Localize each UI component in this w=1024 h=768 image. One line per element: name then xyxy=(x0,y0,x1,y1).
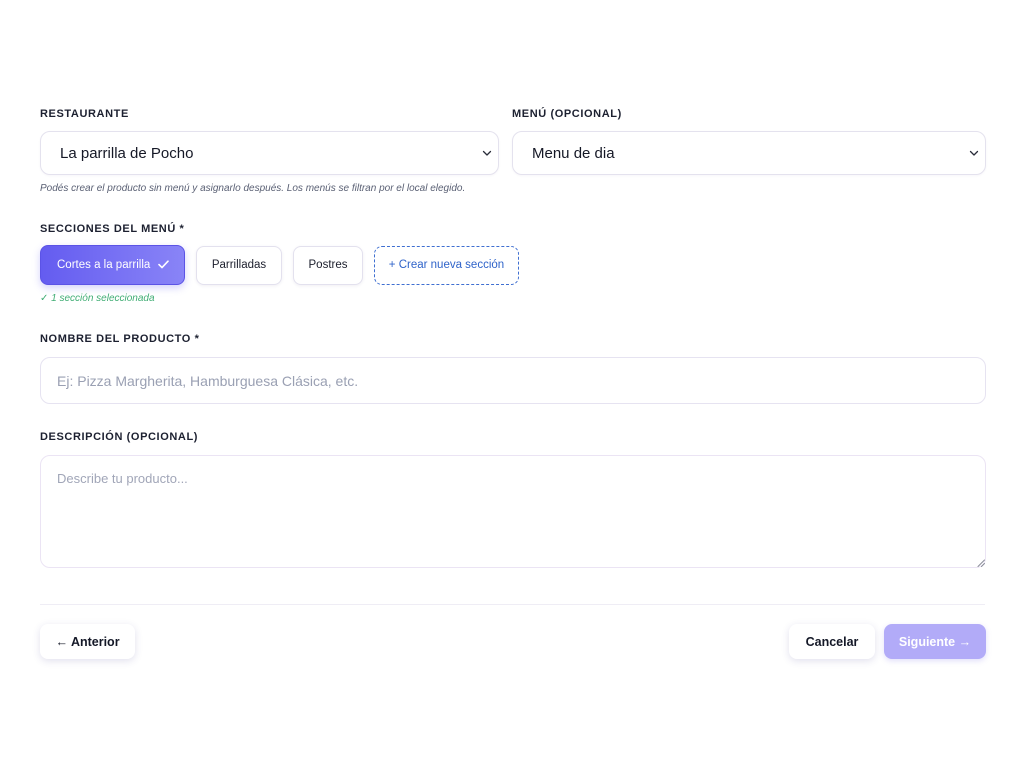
resize-handle-icon[interactable] xyxy=(977,559,985,567)
section-chip-label: Postres xyxy=(308,259,348,271)
sections-label: SECCIONES DEL MENÚ * xyxy=(40,223,185,235)
description-label: DESCRIPCIÓN (OPCIONAL) xyxy=(40,431,199,443)
restaurant-select-value: La parrilla de Pocho xyxy=(60,144,194,162)
next-button[interactable]: Siguiente → xyxy=(884,624,986,659)
form-divider xyxy=(40,604,985,605)
product-name-input[interactable] xyxy=(40,357,986,404)
back-button[interactable]: ← Anterior xyxy=(40,624,135,659)
restaurant-label: RESTAURANTE xyxy=(40,108,129,120)
sections-status: ✓ 1 sección seleccionada xyxy=(40,293,155,304)
menu-select[interactable]: Menu de dia xyxy=(512,131,986,175)
checkmark-icon xyxy=(158,260,169,269)
section-chips: Cortes a la parrilla Parrilladas Postres… xyxy=(40,245,530,285)
section-chip-label: Cortes a la parrilla xyxy=(57,259,151,271)
create-section-button[interactable]: + Crear nueva sección xyxy=(374,245,519,285)
chevron-down-icon xyxy=(969,150,979,156)
section-chip-label: Parrilladas xyxy=(211,259,267,271)
restaurant-select[interactable]: La parrilla de Pocho xyxy=(40,131,499,175)
description-textarea[interactable] xyxy=(40,455,986,568)
menu-label: MENÚ (OPCIONAL) xyxy=(512,108,622,120)
product-name-label: NOMBRE DEL PRODUCTO * xyxy=(40,333,200,345)
cancel-button[interactable]: Cancelar xyxy=(789,624,875,659)
section-chip-postres[interactable]: Postres xyxy=(293,245,363,285)
section-chip-parrilladas[interactable]: Parrilladas xyxy=(196,245,282,285)
section-chip-cortes-a-la-parrilla[interactable]: Cortes a la parrilla xyxy=(40,245,185,285)
chevron-down-icon xyxy=(482,150,492,156)
menu-select-value: Menu de dia xyxy=(532,144,615,162)
menu-helper-text: Podés crear el producto sin menú y asign… xyxy=(40,183,466,194)
